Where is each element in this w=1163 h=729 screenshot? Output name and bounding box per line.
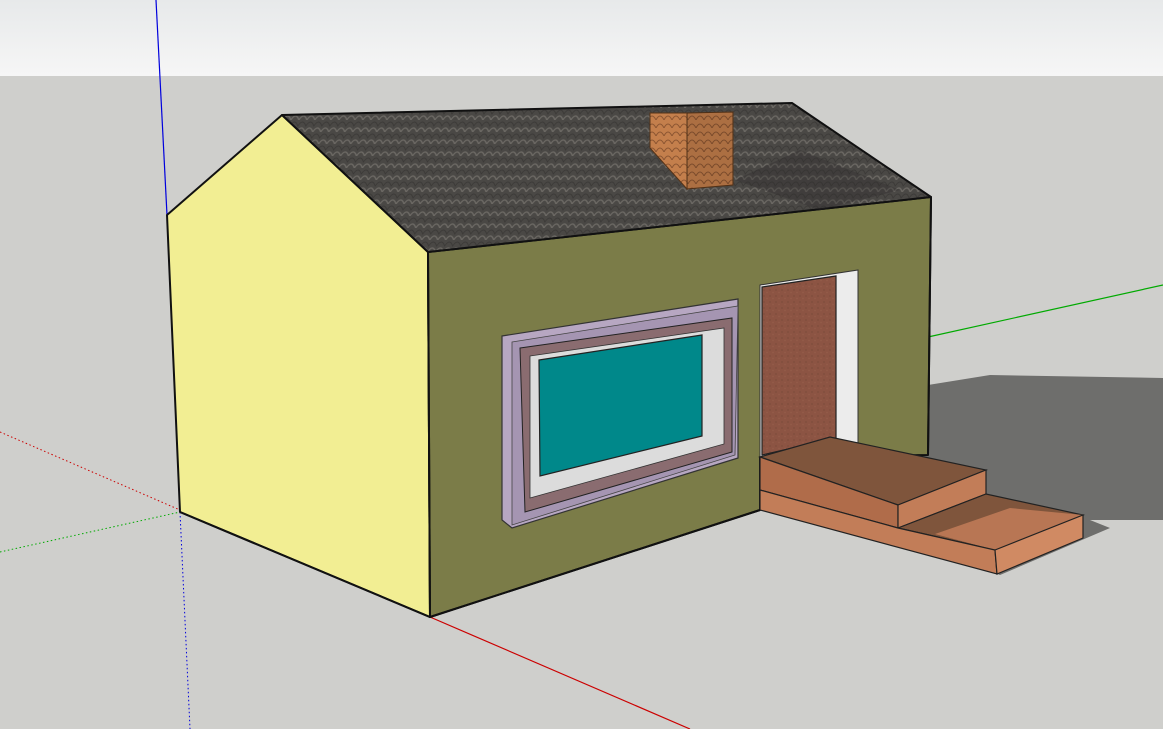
sky xyxy=(0,0,1163,76)
door[interactable] xyxy=(761,275,837,456)
chimney-side-tint xyxy=(687,112,733,189)
3d-viewport[interactable] xyxy=(0,0,1163,729)
scene-canvas[interactable] xyxy=(0,0,1163,729)
